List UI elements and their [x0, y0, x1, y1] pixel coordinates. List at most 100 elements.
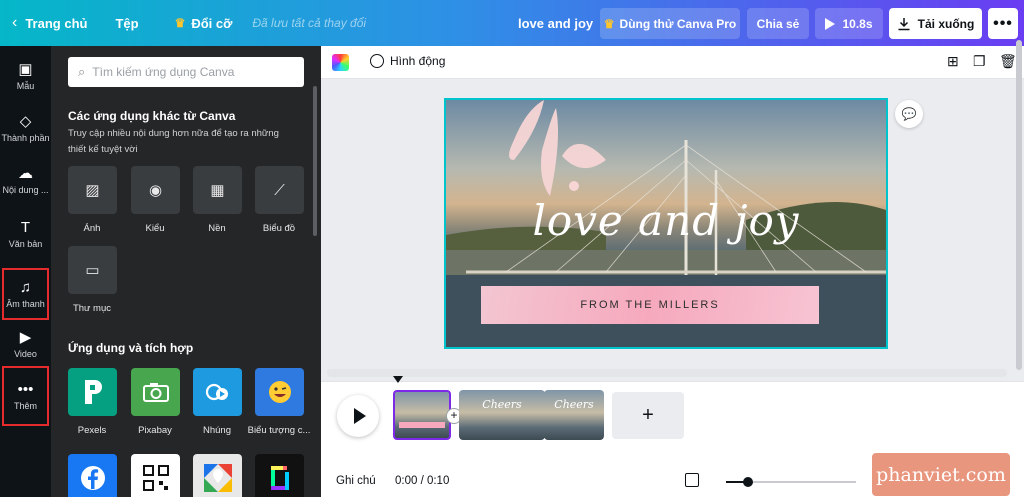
add-comment-button[interactable]: 💬: [895, 100, 923, 128]
file-menu[interactable]: Tệp: [115, 8, 138, 38]
design-title[interactable]: love and joy: [518, 16, 593, 31]
scene-thumbnail-2[interactable]: Cheers: [459, 390, 545, 440]
design-banner[interactable]: FROM THE MILLERS: [481, 286, 819, 324]
scene-thumbnail-1[interactable]: [393, 390, 451, 440]
app-search[interactable]: ⌕: [68, 57, 304, 87]
facebook-icon: [80, 466, 105, 490]
section-title-canva-apps: Các ứng dụng khác từ Canva: [68, 109, 236, 123]
embed-icon: [205, 383, 228, 401]
rail-item-audio[interactable]: ♫ Âm thanh: [2, 268, 49, 320]
try-pro-label: Dùng thử Canva Pro: [619, 16, 737, 31]
animate-label: Hình động: [390, 54, 446, 68]
app-tile-pexels[interactable]: [68, 368, 117, 416]
image-icon: ▨: [85, 182, 100, 199]
present-button[interactable]: 10.8s: [815, 8, 883, 39]
notes-button[interactable]: Ghi chú: [336, 475, 376, 487]
chevron-left-icon: ‹: [12, 14, 18, 31]
app-label: Thư mục: [72, 303, 112, 314]
app-tile-giphy[interactable]: [255, 454, 304, 497]
more-options-button[interactable]: •••: [988, 8, 1018, 39]
watermark: phanviet.com: [872, 453, 1010, 496]
app-label: Kiểu: [145, 223, 165, 234]
animation-icon: [370, 54, 384, 68]
rail-item-text[interactable]: T Văn bản: [0, 208, 51, 260]
elements-icon: ◇: [19, 113, 32, 130]
section-title-integrations: Ứng dụng và tích hợp: [68, 341, 194, 355]
playhead-marker[interactable]: [393, 376, 403, 383]
vertical-scrollbar[interactable]: [1016, 40, 1022, 370]
color-picker-button[interactable]: [332, 54, 349, 71]
chart-icon: ⟋: [274, 181, 285, 199]
rail-item-uploads[interactable]: ☁ Nội dung ...: [0, 154, 51, 206]
scene-thumbnail-3[interactable]: Cheers: [544, 390, 604, 440]
home-link[interactable]: ‹ Trang chủ: [12, 8, 87, 38]
download-button[interactable]: Tải xuống: [889, 8, 982, 39]
palette-icon: ◉: [148, 182, 163, 199]
share-button[interactable]: Chia sẻ: [747, 8, 809, 39]
app-tile-qr-code[interactable]: [131, 454, 180, 497]
add-page-icon[interactable]: ⊞: [947, 53, 959, 70]
app-tile-photos[interactable]: ▨: [68, 166, 117, 214]
comment-icon: 💬: [901, 107, 917, 121]
app-tile-backgrounds[interactable]: ▦: [193, 166, 242, 214]
search-icon: ⌕: [78, 64, 86, 79]
home-label: Trang chủ: [25, 15, 88, 31]
section-description: Truy cập nhiều nội dung hơn nữa để tạo r…: [68, 128, 279, 155]
rail-label: Nội dung ...: [2, 185, 49, 195]
crown-icon: ♛: [603, 16, 615, 31]
upload-icon: ☁: [18, 165, 33, 182]
download-label: Tải xuống: [917, 16, 975, 31]
time-readout: 0:00 / 0:10: [395, 475, 450, 487]
rail-label: Mẫu: [16, 81, 35, 91]
rail-item-video[interactable]: ▶ Video: [0, 318, 51, 370]
video-icon: ▶: [19, 329, 32, 346]
thumbnail-banner: [399, 422, 445, 428]
design-canvas[interactable]: love and joy FROM THE MILLERS: [444, 98, 888, 349]
panel-scrollbar[interactable]: [313, 86, 317, 236]
design-headline[interactable]: love and joy: [446, 196, 886, 245]
qr-code-icon: [142, 465, 169, 491]
horizontal-scrollbar[interactable]: [327, 369, 1007, 377]
rail-label: Âm thanh: [6, 299, 45, 309]
pixabay-icon: [142, 383, 169, 402]
app-tile-embed[interactable]: [193, 368, 242, 416]
more-icon: •••: [17, 381, 34, 398]
rail-label: Thành phần: [1, 133, 50, 143]
search-input[interactable]: [92, 65, 283, 79]
duplicate-page-icon[interactable]: ❐: [973, 53, 986, 70]
rail-item-more[interactable]: ••• Thêm: [2, 366, 49, 426]
rail-item-elements[interactable]: ◇ Thành phần: [0, 102, 51, 154]
play-icon: [353, 408, 366, 424]
crown-icon: ♛: [174, 16, 186, 30]
app-tile-charts[interactable]: ⟋: [255, 166, 304, 214]
app-tile-google-maps[interactable]: [193, 454, 242, 497]
app-tile-pixabay[interactable]: [131, 368, 180, 416]
play-duration: 10.8s: [842, 16, 873, 31]
app-tile-styles[interactable]: ◉: [131, 166, 180, 214]
rail-item-templates[interactable]: ▣ Mẫu: [0, 50, 51, 102]
app-tile-facebook[interactable]: [68, 454, 117, 497]
side-rail: ▣ Mẫu ◇ Thành phần ☁ Nội dung ... T Văn …: [0, 46, 51, 497]
rail-label: Văn bản: [8, 239, 43, 249]
background-icon: ▦: [210, 182, 225, 199]
add-scene-button[interactable]: +: [612, 392, 684, 439]
thumbnail-label: Cheers: [554, 398, 594, 411]
app-tile-emoji[interactable]: [255, 368, 304, 416]
template-icon: ▣: [18, 61, 33, 78]
try-pro-button[interactable]: ♛ Dùng thử Canva Pro: [600, 8, 740, 39]
timeline-play-button[interactable]: [337, 395, 379, 437]
text-icon: T: [20, 219, 31, 236]
rail-label: Thêm: [13, 401, 37, 411]
animate-button[interactable]: Hình động: [370, 54, 445, 68]
music-icon: ♫: [19, 279, 32, 296]
delete-page-icon[interactable]: 🗑: [999, 53, 1017, 70]
save-status: Đã lưu tất cả thay đổi: [252, 16, 367, 30]
app-label: Biểu đồ: [262, 223, 296, 234]
app-label: Pixabay: [138, 425, 172, 436]
resize-button[interactable]: ♛ Đổi cỡ: [175, 8, 233, 38]
app-label: Pexels: [77, 425, 107, 436]
grid-view-icon[interactable]: [685, 473, 699, 487]
giphy-icon: [270, 466, 289, 490]
rail-label: Video: [14, 349, 37, 359]
app-tile-folders[interactable]: ▭: [68, 246, 117, 294]
